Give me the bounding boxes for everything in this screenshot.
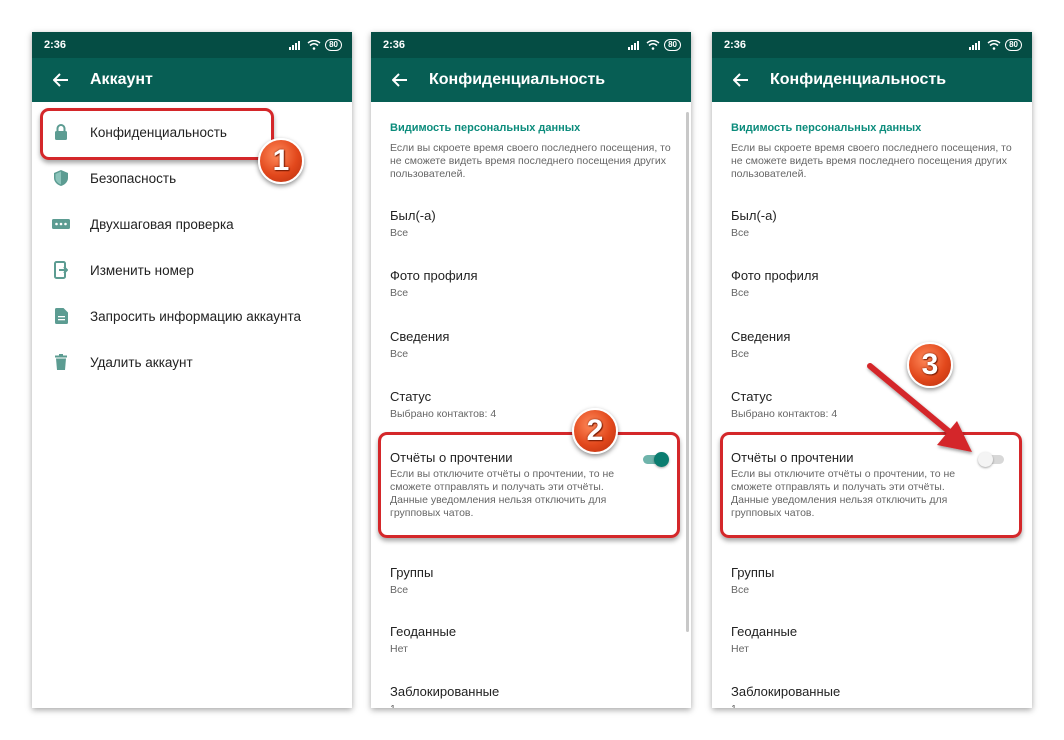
setting-title: Был(-а) (390, 208, 436, 223)
setting-title: Заблокированные (731, 684, 841, 699)
status-bar: 2:36 80 (712, 32, 1032, 58)
setting-title: Был(-а) (731, 208, 777, 223)
setting-value: Нет (390, 643, 408, 655)
setting-value: Все (731, 584, 750, 596)
setting-title: Статус (731, 389, 773, 404)
app-bar: Конфиденциальность (371, 58, 691, 102)
setting-location[interactable]: Геоданные Нет (390, 624, 670, 656)
highlight-box-privacy (40, 108, 274, 160)
setting-blocked[interactable]: Заблокированные 1 (731, 684, 1011, 708)
setting-value: Все (390, 584, 409, 596)
phone-swap-icon (32, 261, 90, 279)
wifi-icon (646, 40, 660, 50)
shield-icon (32, 170, 90, 186)
setting-title: Группы (390, 565, 434, 580)
setting-title: Геоданные (731, 624, 798, 639)
page-title: Конфиденциальность (770, 71, 947, 88)
setting-status[interactable]: Статус Выбрано контактов: 4 (390, 389, 670, 421)
wifi-icon (307, 40, 321, 50)
menu-label-security: Безопасность (90, 170, 177, 186)
setting-value: Все (390, 227, 409, 239)
trash-icon (32, 354, 90, 370)
menu-item-delete-account[interactable]: Удалить аккаунт (32, 342, 352, 382)
setting-location[interactable]: Геоданные Нет (731, 624, 1011, 656)
setting-title: Заблокированные (390, 684, 500, 699)
menu-label-delete-account: Удалить аккаунт (90, 354, 193, 370)
signal-icon (628, 41, 640, 50)
setting-title: Сведения (731, 329, 791, 344)
back-arrow-icon[interactable] (32, 73, 90, 87)
setting-about[interactable]: Сведения Все (390, 329, 670, 361)
wifi-icon (987, 40, 1001, 50)
menu-item-two-step[interactable]: Двухшаговая проверка (32, 204, 352, 244)
status-time: 2:36 (383, 39, 406, 51)
setting-about[interactable]: Сведения Все (731, 329, 1011, 361)
setting-value: Все (731, 287, 750, 299)
setting-value: Все (731, 227, 750, 239)
setting-title: Группы (731, 565, 775, 580)
step-badge-2: 2 (572, 408, 618, 454)
document-icon (32, 308, 90, 324)
step-badge-1: 1 (258, 138, 304, 184)
setting-value: Все (731, 348, 750, 360)
signal-icon (969, 41, 981, 50)
app-bar: Аккаунт (32, 58, 352, 102)
section-header: Видимость персональных данных (390, 122, 581, 134)
setting-title: Сведения (390, 329, 450, 344)
scrollbar[interactable] (686, 112, 689, 632)
setting-blocked[interactable]: Заблокированные 1 (390, 684, 670, 708)
setting-value: Все (390, 287, 409, 299)
signal-icon (289, 41, 301, 50)
status-bar: 2:36 80 (371, 32, 691, 58)
battery-icon: 80 (1005, 39, 1022, 51)
setting-last-seen[interactable]: Был(-а) Все (390, 208, 670, 240)
page-title: Аккаунт (90, 71, 153, 88)
section-description: Если вы скроете время своего последнего … (390, 142, 671, 180)
menu-item-change-number[interactable]: Изменить номер (32, 250, 352, 290)
setting-value: Все (390, 348, 409, 360)
setting-status[interactable]: Статус Выбрано контактов: 4 (731, 389, 1011, 421)
status-bar: 2:36 80 (32, 32, 352, 58)
setting-value: 1 (731, 702, 1011, 708)
back-arrow-icon[interactable] (712, 73, 770, 87)
menu-label-two-step: Двухшаговая проверка (90, 216, 234, 232)
battery-icon: 80 (325, 39, 342, 51)
section-header: Видимость персональных данных (731, 122, 922, 134)
page-title: Конфиденциальность (429, 71, 606, 88)
setting-last-seen[interactable]: Был(-а) Все (731, 208, 1011, 240)
section-description: Если вы скроете время своего последнего … (731, 142, 1012, 180)
highlight-box-read-receipts-on (378, 432, 680, 538)
setting-title: Фото профиля (731, 268, 819, 283)
setting-title: Фото профиля (390, 268, 478, 283)
menu-label-request-info: Запросить информацию аккаунта (90, 308, 302, 324)
menu-label-change-number: Изменить номер (90, 262, 194, 278)
setting-value: Нет (731, 643, 749, 655)
battery-icon: 80 (664, 39, 681, 51)
step-badge-3: 3 (907, 342, 953, 388)
setting-title: Геоданные (390, 624, 457, 639)
back-arrow-icon[interactable] (371, 73, 429, 87)
menu-item-security[interactable]: Безопасность (32, 158, 352, 198)
setting-value: Выбрано контактов: 4 (731, 408, 838, 420)
dots-icon (32, 219, 90, 229)
setting-profile-photo[interactable]: Фото профиля Все (390, 268, 670, 300)
setting-value: Выбрано контактов: 4 (390, 408, 497, 420)
phone-screen-privacy-off: 2:36 80 Конфиденциальность Видимость пер… (712, 32, 1032, 708)
phone-screen-privacy-on: 2:36 80 Конфиденциальность Видимость пер… (371, 32, 691, 708)
highlight-box-read-receipts-off (720, 432, 1022, 538)
status-time: 2:36 (44, 39, 67, 51)
status-time: 2:36 (724, 39, 747, 51)
setting-groups[interactable]: Группы Все (731, 565, 1011, 597)
menu-item-request-info[interactable]: Запросить информацию аккаунта (32, 296, 352, 336)
setting-value: 1 (390, 702, 670, 708)
setting-groups[interactable]: Группы Все (390, 565, 670, 597)
app-bar: Конфиденциальность (712, 58, 1032, 102)
setting-title: Статус (390, 389, 432, 404)
setting-profile-photo[interactable]: Фото профиля Все (731, 268, 1011, 300)
